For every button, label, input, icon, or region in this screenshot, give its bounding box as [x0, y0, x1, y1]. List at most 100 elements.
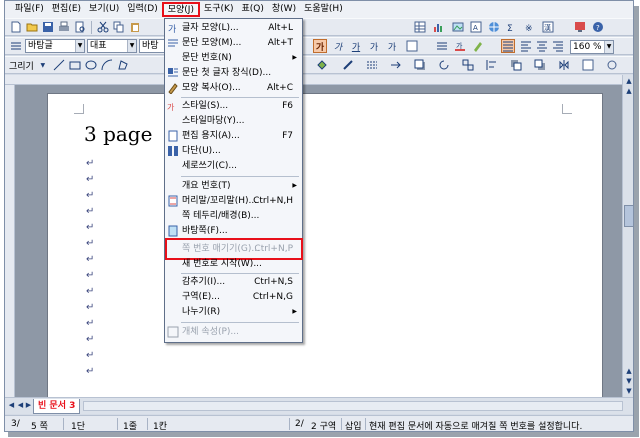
- vertical-scroll-thumb[interactable]: [624, 205, 633, 227]
- superscript-button[interactable]: 가: [385, 39, 399, 53]
- page-up-icon[interactable]: ▲: [624, 367, 633, 377]
- symbol-icon[interactable]: ※: [523, 20, 537, 34]
- chart-icon[interactable]: [431, 20, 445, 34]
- arc-tool-icon[interactable]: [100, 58, 114, 72]
- underline-button[interactable]: 가: [349, 39, 363, 53]
- menu-item-columns[interactable]: 다단(U)...: [166, 144, 301, 158]
- scroll-up-page-icon[interactable]: ▲: [624, 87, 633, 97]
- bring-front-icon[interactable]: [509, 58, 523, 72]
- arrow-style-icon[interactable]: [389, 58, 403, 72]
- flip-icon[interactable]: [557, 58, 571, 72]
- align-center-icon[interactable]: [535, 39, 549, 53]
- scroll-up-icon[interactable]: ▲: [624, 77, 633, 87]
- char-spacing-icon[interactable]: [435, 39, 449, 53]
- zoom-combo[interactable]: 160 % ▼: [570, 40, 614, 54]
- bold-button[interactable]: 가: [313, 39, 327, 53]
- vertical-scrollbar[interactable]: ▲ ▲ ▲ ▼ ▼: [622, 75, 633, 397]
- first-tab-icon[interactable]: ◀: [7, 401, 16, 411]
- menu-tools[interactable]: 도구(K): [200, 2, 238, 17]
- scroll-down-icon[interactable]: ▼: [624, 387, 633, 397]
- horizontal-ruler[interactable]: [5, 75, 633, 85]
- object-props-icon[interactable]: [581, 58, 595, 72]
- menu-item-label: 스타일마당(Y)...: [182, 116, 245, 126]
- cut-icon[interactable]: [96, 20, 110, 34]
- highlight-icon[interactable]: [471, 39, 485, 53]
- object-extra-icon[interactable]: [605, 58, 619, 72]
- copy-icon[interactable]: [112, 20, 126, 34]
- chevron-down-icon[interactable]: ▼: [36, 58, 50, 72]
- font-color-icon[interactable]: 가: [453, 39, 467, 53]
- align-justify-icon[interactable]: [501, 39, 515, 53]
- hanja-icon[interactable]: 漢: [541, 20, 555, 34]
- save-icon[interactable]: [41, 20, 55, 34]
- menu-item-style[interactable]: 가 스타일(S)... F6: [166, 99, 301, 113]
- italic-button[interactable]: 가: [331, 39, 345, 53]
- send-back-icon[interactable]: [533, 58, 547, 72]
- shadow-style-icon[interactable]: [413, 58, 427, 72]
- menu-item-drop-cap[interactable]: 문단 첫 글자 장식(D)...: [166, 66, 301, 80]
- line-tool-icon[interactable]: [52, 58, 66, 72]
- menu-item-section[interactable]: 구역(E)... Ctrl+N,G: [166, 290, 301, 304]
- menu-item-hide[interactable]: 감추기(I)... Ctrl+N,S: [166, 275, 301, 289]
- menu-file[interactable]: 파일(F): [11, 2, 48, 17]
- rectangle-tool-icon[interactable]: [68, 58, 82, 72]
- hyperlink-icon[interactable]: [487, 20, 501, 34]
- menu-item-para-number[interactable]: 문단 번호(N) ▶: [166, 51, 301, 65]
- menu-item-outline-number[interactable]: 개요 번호(T) ▶: [166, 179, 301, 193]
- polygon-tool-icon[interactable]: [116, 58, 130, 72]
- image-icon[interactable]: [451, 20, 465, 34]
- page-title[interactable]: 3 page: [84, 122, 152, 146]
- document-page[interactable]: 3 page ↵ ↵ ↵ ↵ ↵ ↵ ↵ ↵ ↵ ↵ ↵ ↵ ↵ ↵: [47, 93, 603, 403]
- menu-item-style-gallery[interactable]: 스타일마당(Y)...: [166, 114, 301, 128]
- align-left-icon[interactable]: [519, 39, 533, 53]
- menu-item-new-number[interactable]: 새 번호로 시작(W)...: [166, 257, 301, 271]
- menu-item-break[interactable]: 나누기(R) ▶: [166, 305, 301, 319]
- page-down-icon[interactable]: ▼: [624, 377, 633, 387]
- line-style-icon[interactable]: [365, 58, 379, 72]
- table-insert-icon[interactable]: [413, 20, 427, 34]
- menu-edit[interactable]: 편집(E): [48, 2, 85, 17]
- style-combo[interactable]: 바탕글 ▼: [25, 39, 85, 53]
- document-tab[interactable]: 빈 문서 3: [33, 399, 81, 414]
- font-lang-combo[interactable]: 대표 ▼: [87, 39, 137, 53]
- menu-item-object-props[interactable]: 개체 속성(P)...: [166, 325, 301, 339]
- formula-icon[interactable]: Σ: [505, 20, 519, 34]
- next-tab-icon[interactable]: ▶: [24, 401, 33, 411]
- menu-item-page-border[interactable]: 쪽 테두리/배경(B)...: [166, 209, 301, 223]
- menu-format[interactable]: 모양(J): [161, 2, 200, 17]
- menu-item-format-copy[interactable]: 모양 복사(O)... Alt+C: [166, 81, 301, 95]
- paste-icon[interactable]: [128, 20, 142, 34]
- group-icon[interactable]: [461, 58, 475, 72]
- vertical-ruler[interactable]: [5, 85, 15, 397]
- menu-item-para-shape[interactable]: 문단 모양(M)... Alt+T: [166, 36, 301, 50]
- help-icon[interactable]: ?: [591, 20, 605, 34]
- fill-color-icon[interactable]: [315, 58, 329, 72]
- menu-table[interactable]: 표(Q): [237, 2, 267, 17]
- ellipse-tool-icon[interactable]: [84, 58, 98, 72]
- menu-item-header-footer[interactable]: 머리말/꼬리말(H)... Ctrl+N,H: [166, 194, 301, 208]
- preview-icon[interactable]: [73, 20, 87, 34]
- menu-item-page-setup[interactable]: 편집 용지(A)... F7: [166, 129, 301, 143]
- menu-item-vertical-writing[interactable]: 세로쓰기(C)...: [166, 159, 301, 173]
- menu-item-char-shape[interactable]: 가 글자 모양(L)... Alt+L: [166, 21, 301, 35]
- line-color-icon[interactable]: [341, 58, 355, 72]
- rotate-icon[interactable]: [437, 58, 451, 72]
- menu-help[interactable]: 도움말(H): [300, 2, 347, 17]
- screen-icon[interactable]: [573, 20, 587, 34]
- print-icon[interactable]: [57, 20, 71, 34]
- textbox-icon[interactable]: A: [469, 20, 483, 34]
- menu-insert[interactable]: 입력(D): [123, 2, 162, 17]
- new-document-icon[interactable]: [9, 20, 23, 34]
- paragraph-mark: ↵: [86, 206, 95, 217]
- open-folder-icon[interactable]: [25, 20, 39, 34]
- align-right-icon[interactable]: [551, 39, 565, 53]
- horizontal-scrollbar[interactable]: [83, 401, 623, 411]
- outline-button[interactable]: 가: [367, 39, 381, 53]
- svg-text:A: A: [473, 24, 478, 32]
- align-objects-icon[interactable]: [485, 58, 499, 72]
- menu-item-master-page[interactable]: 바탕쪽(F)...: [166, 224, 301, 238]
- submenu-arrow-icon: ▶: [292, 308, 297, 315]
- shade-button[interactable]: [405, 39, 419, 53]
- menu-window[interactable]: 창(W): [268, 2, 300, 17]
- menu-view[interactable]: 보기(U): [85, 2, 123, 17]
